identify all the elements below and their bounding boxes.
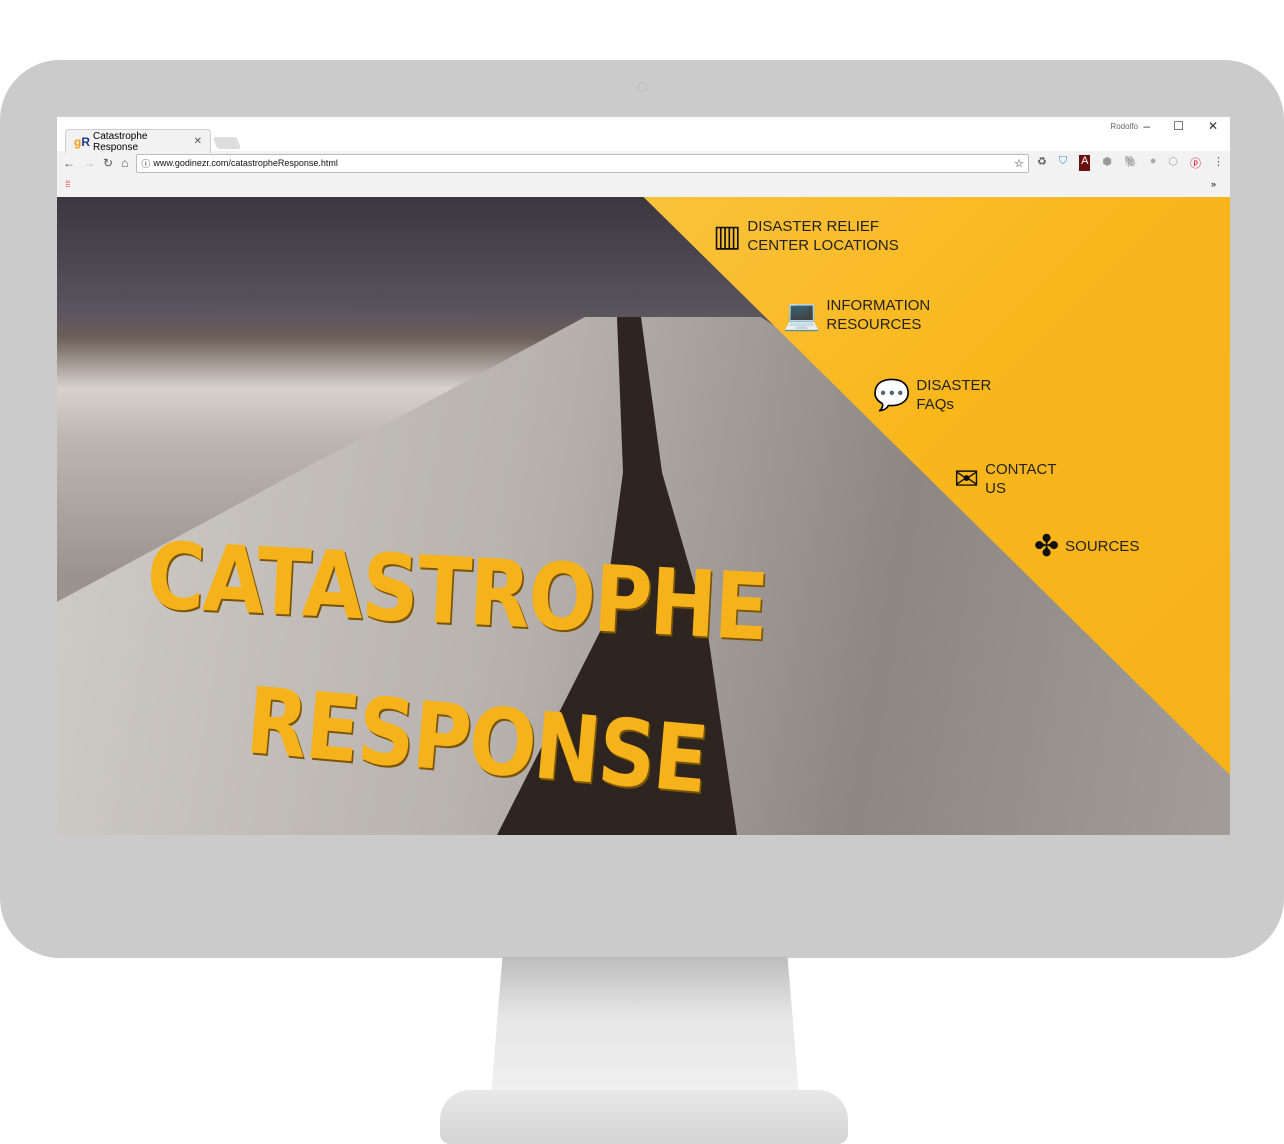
laptop-icon: 💻 bbox=[783, 298, 821, 332]
camera-icon bbox=[637, 82, 647, 92]
back-icon[interactable]: ← bbox=[63, 156, 75, 170]
shield-check-icon[interactable]: ⛉ bbox=[1059, 155, 1067, 171]
star-icon[interactable]: ☆ bbox=[1014, 157, 1024, 170]
apps-icon[interactable]: ⁞⁞⁞ bbox=[65, 179, 70, 189]
nav-information-resources[interactable]: 💻 INFORMATION RESOURCES bbox=[783, 296, 930, 334]
favicon: gR bbox=[74, 134, 91, 149]
maximize-icon[interactable]: ☐ bbox=[1173, 119, 1184, 133]
nav-label: DISASTER RELIEF bbox=[747, 218, 880, 235]
bookmarks-bar: ⁞⁞⁞ » bbox=[57, 175, 1230, 197]
home-icon[interactable]: ⌂ bbox=[121, 156, 128, 170]
menu-icon[interactable]: ⋮ bbox=[1213, 155, 1224, 171]
info-icon: ⓘ bbox=[141, 158, 151, 169]
close-tab-icon[interactable]: ✕ bbox=[194, 136, 202, 147]
address-bar[interactable]: ⓘ www.godinezr.com/catastropheResponse.h… bbox=[136, 153, 1029, 173]
url-text: www.godinezr.com/catastropheResponse.htm… bbox=[153, 158, 338, 168]
acrobat-icon[interactable]: A bbox=[1079, 155, 1091, 171]
nav-contact-us[interactable]: ✉ CONTACT US bbox=[954, 460, 1057, 498]
scatter-arrows-icon: ✤ bbox=[1034, 530, 1060, 563]
nav-label: RESOURCES bbox=[826, 316, 922, 333]
evernote-icon[interactable]: 🐘 bbox=[1124, 155, 1138, 171]
extensions: ♻ ⛉ A ⬢ 🐘 ● ⬡ ⓟ ⋮ bbox=[1037, 155, 1224, 171]
nav-label: SOURCES bbox=[1065, 538, 1140, 555]
recycle-icon[interactable]: ♻ bbox=[1037, 155, 1047, 171]
reload-icon[interactable]: ↻ bbox=[103, 156, 113, 170]
hero-page: CATASTROPHE RESPONSE ▥ DISASTER RELIEF CE… bbox=[57, 197, 1230, 835]
nav-sources[interactable]: ✤ SOURCES bbox=[1034, 530, 1140, 563]
envelope-icon: ✉ bbox=[954, 462, 980, 496]
new-tab-button[interactable] bbox=[212, 137, 242, 149]
more-bookmarks[interactable]: » bbox=[1211, 179, 1216, 189]
minimize-icon[interactable]: – bbox=[1143, 119, 1150, 133]
forward-icon[interactable]: → bbox=[83, 156, 95, 170]
nav-label: CENTER LOCATIONS bbox=[747, 237, 899, 254]
map-icon: ▥ bbox=[713, 219, 742, 253]
tab-catastrophe-response[interactable]: gR Catastrophe Response ✕ bbox=[65, 129, 211, 153]
close-window-icon[interactable]: ✕ bbox=[1208, 119, 1218, 133]
toolbar: ← → ↻ ⌂ ⓘ www.godinezr.com/catastropheRe… bbox=[57, 151, 1230, 175]
monitor-stand bbox=[490, 957, 800, 1107]
profile-name[interactable]: Rodolfo bbox=[1110, 122, 1138, 131]
nav-label: DISASTER bbox=[916, 377, 992, 394]
pinterest-icon[interactable]: ⓟ bbox=[1190, 155, 1201, 171]
chat-question-icon: 💬 bbox=[873, 378, 911, 412]
box-icon[interactable]: ⬡ bbox=[1168, 155, 1178, 171]
nav-label: US bbox=[985, 480, 1006, 497]
nav-label: INFORMATION bbox=[826, 297, 931, 314]
title-bar: gR Catastrophe Response ✕ Rodolfo – ☐ ✕ bbox=[57, 115, 1230, 153]
browser-window: gR Catastrophe Response ✕ Rodolfo – ☐ ✕ … bbox=[57, 115, 1230, 835]
nav-label: CONTACT bbox=[985, 461, 1057, 478]
nav-label: FAQs bbox=[916, 396, 954, 413]
nav-disaster-faqs[interactable]: 💬 DISASTER FAQs bbox=[873, 376, 991, 414]
circle-icon[interactable]: ● bbox=[1150, 155, 1157, 171]
nav-disaster-relief[interactable]: ▥ DISASTER RELIEF CENTER LOCATIONS bbox=[713, 217, 899, 255]
monitor-base bbox=[440, 1090, 848, 1144]
tab-title: Catastrophe Response bbox=[93, 130, 148, 153]
shield-icon[interactable]: ⬢ bbox=[1102, 155, 1112, 171]
